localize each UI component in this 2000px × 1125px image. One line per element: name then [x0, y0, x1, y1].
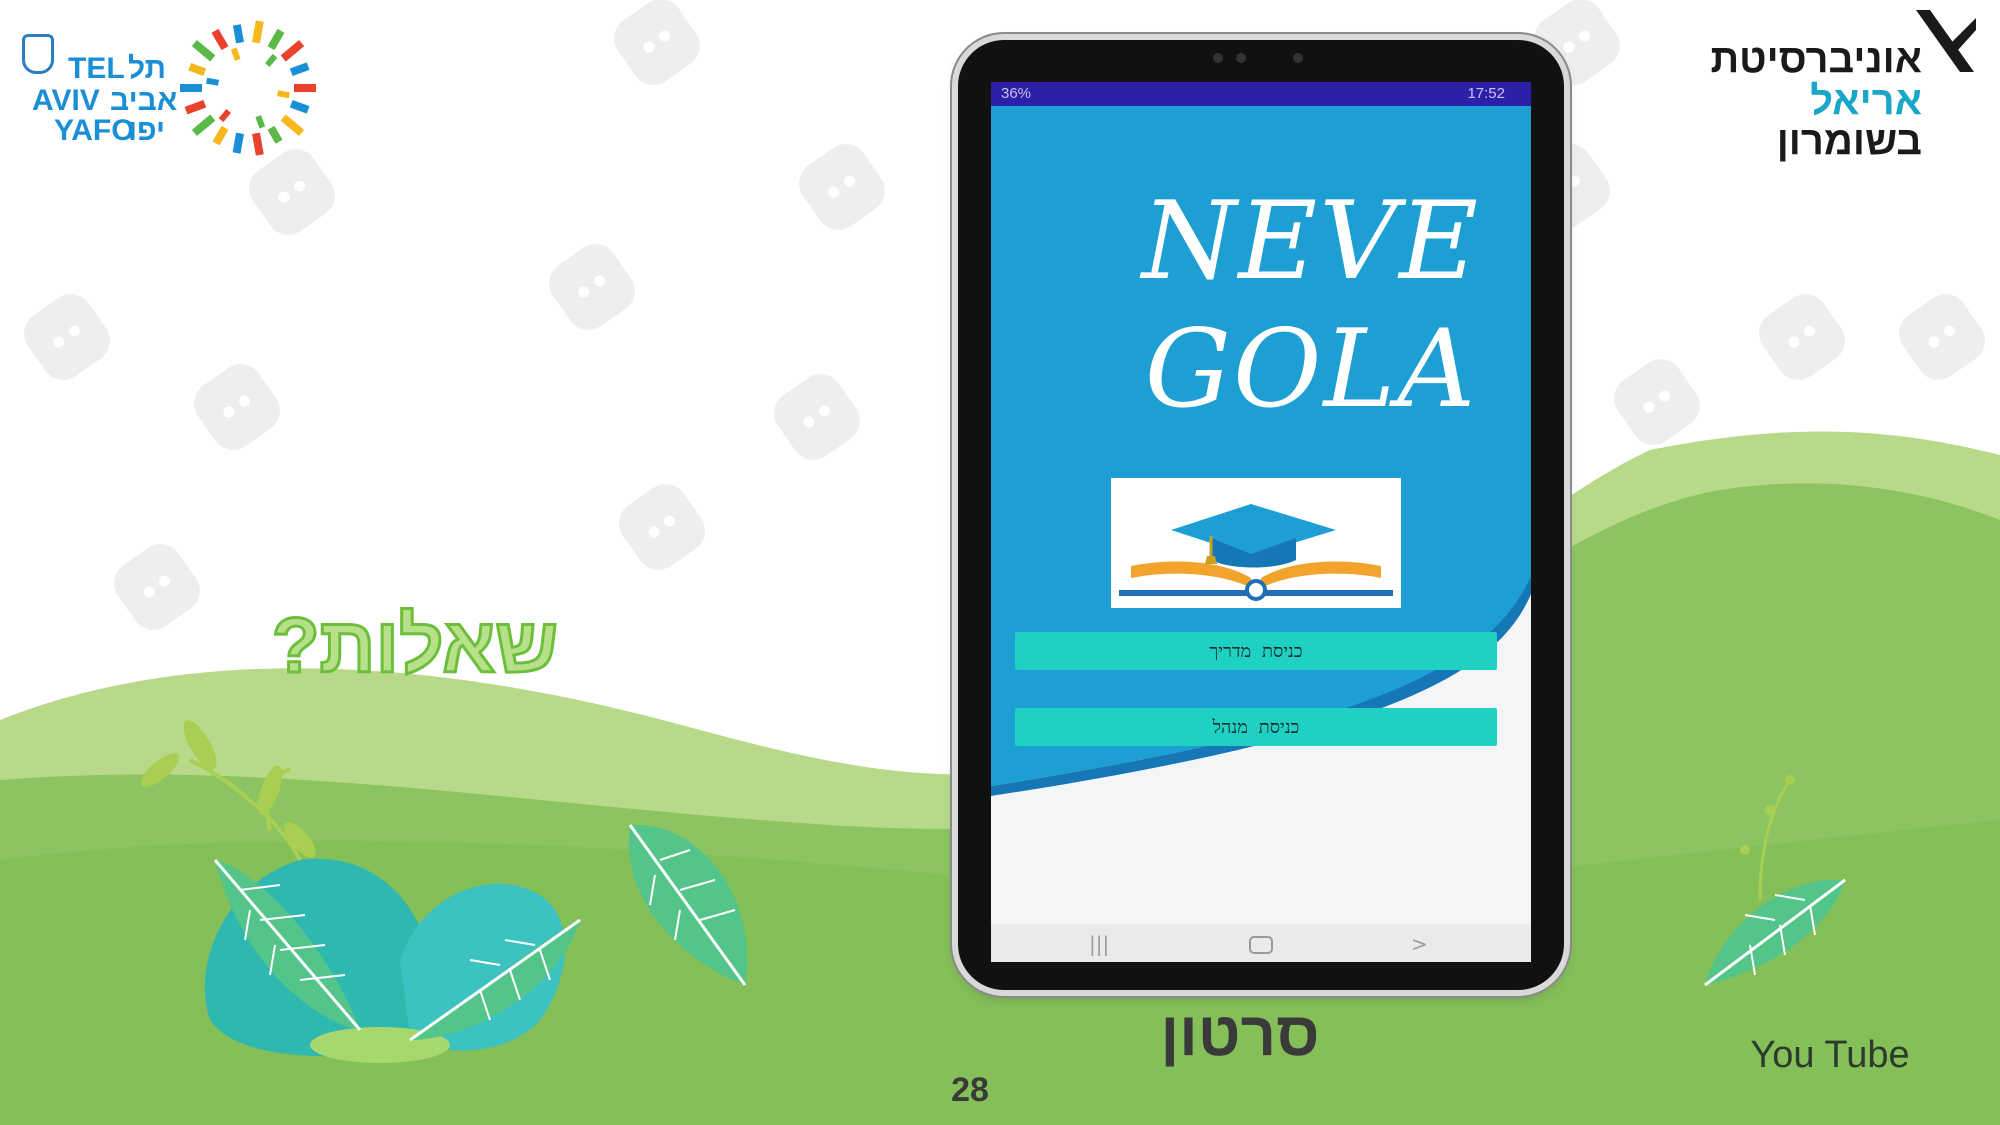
android-nav-bar: ||| > — [991, 924, 1531, 962]
status-bar: 36% 17:52 — [991, 82, 1531, 106]
video-label: סרטון — [1160, 1000, 1320, 1069]
tablet-mockup: 36% 17:52 NEVE GOLA כניסת מדריך כניסת מנ… — [958, 40, 1564, 990]
logo-text-aviv: AVIV — [32, 84, 100, 117]
camera-icon — [1213, 53, 1223, 63]
recent-apps-icon[interactable]: ||| — [1089, 934, 1109, 954]
clock: 17:52 — [1467, 85, 1505, 102]
guide-entry-button[interactable]: כניסת מדריך — [1015, 632, 1497, 670]
page-number: 28 — [951, 1071, 989, 1109]
city-emblem-icon — [22, 34, 54, 74]
camera-icon — [1236, 53, 1246, 63]
youtube-link[interactable]: You Tube — [1730, 1033, 1930, 1077]
camera-icon — [1293, 53, 1303, 63]
back-icon[interactable]: > — [1411, 934, 1428, 954]
ariel-logo-line-3: בשומרון — [1776, 119, 1922, 163]
branch-icon — [1758, 779, 1792, 901]
battery-status: 36% — [1001, 85, 1032, 102]
logo-text-tel-hebrew: תל — [128, 52, 167, 85]
leaf-icon — [1704, 878, 1846, 987]
app-title-line-1: NEVE — [1141, 179, 1481, 304]
manager-entry-button[interactable]: כניסת מנהל — [1015, 708, 1497, 746]
ariel-logo-line-2: אריאל — [1810, 79, 1922, 123]
logo-text-yafo-hebrew: יפו — [128, 114, 166, 147]
app-title-line-2: GOLA — [1144, 307, 1478, 432]
ariel-logo-line-1: אוניברסיטת — [1710, 37, 1922, 81]
tablet-screen: 36% 17:52 NEVE GOLA כניסת מדריך כניסת מנ… — [991, 82, 1531, 962]
logo-text-tel: TEL — [68, 52, 125, 85]
colorful-burst-icon — [180, 20, 316, 156]
questions-heading: שאלות? — [270, 600, 559, 691]
home-icon[interactable] — [1249, 936, 1273, 954]
app-logo — [1111, 478, 1401, 608]
camera-bar — [1208, 50, 1318, 66]
graduation-cap-book-icon — [1119, 504, 1393, 601]
logo-text-yafo: YAFO — [54, 114, 135, 147]
tel-aviv-yafo-logo: TEL תל AVIV אביב YAFO יפו — [18, 8, 316, 168]
ariel-university-logo: אוניברסיטת אריאל בשומרון — [1700, 6, 1992, 163]
